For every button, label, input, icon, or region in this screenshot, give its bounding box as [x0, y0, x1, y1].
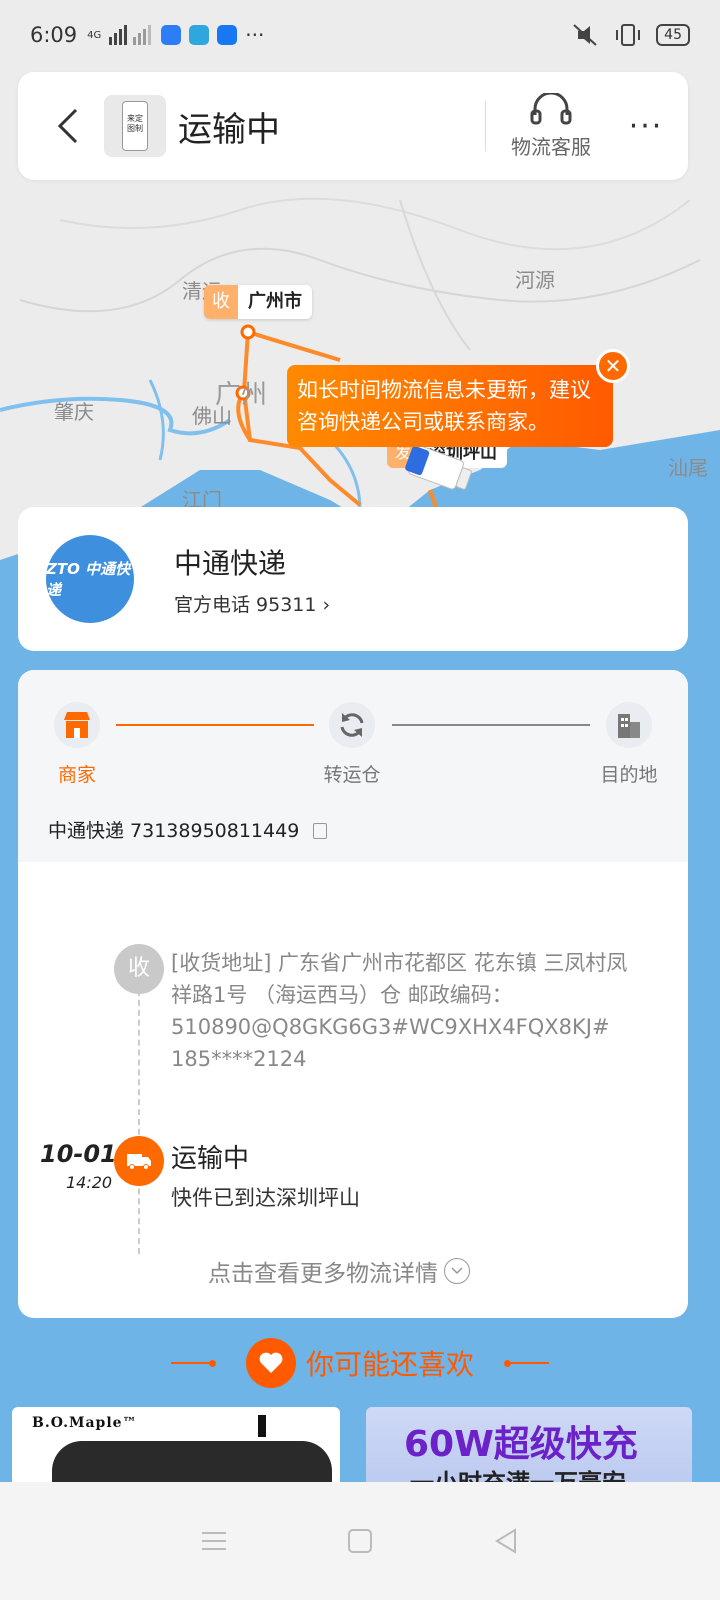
copy-icon[interactable]: [313, 823, 328, 839]
header-card: 来定 图制 运输中 物流客服 ···: [18, 72, 688, 180]
receiver-address: [收货地址] 广东省广州市花都区 花东镇 三凤村凤祥路1号 （海运西马）仓 邮政…: [171, 951, 628, 1071]
headset-icon: [530, 92, 572, 124]
receiver-badge: 收: [114, 944, 164, 994]
back-button[interactable]: [48, 106, 88, 146]
timeline-line: [138, 990, 140, 1254]
step-line-2: [392, 724, 590, 726]
step-transit: 转运仓: [307, 702, 397, 787]
building-icon: [606, 702, 652, 748]
event-status-title: 运输中: [171, 1144, 250, 1174]
network-type: 4G: [87, 29, 102, 41]
progress-section: 商家 转运仓 目的地 中通快递 73138950811449: [18, 670, 688, 862]
step-merchant-label: 商家: [57, 764, 96, 786]
mute-vibrate-icon: [573, 24, 597, 46]
product1-brand: B.O.Maple™: [32, 1415, 138, 1431]
heart-icon: [245, 1338, 296, 1388]
map-label-shanwei: 汕尾: [668, 456, 708, 480]
map-label-zhaoqing: 肇庆: [54, 400, 94, 424]
carrier-phone-link[interactable]: 官方电话 95311 ›: [174, 590, 330, 617]
step-line-1: [116, 724, 314, 726]
messenger-icon: [161, 25, 182, 45]
menu-icon[interactable]: [201, 1530, 227, 1552]
rec-dot-right: [504, 1359, 511, 1367]
telegram-icon: [189, 25, 210, 45]
step-transit-label: 转运仓: [323, 764, 381, 786]
product2-title: 60W超级快充: [404, 1424, 638, 1465]
recommend-header: 你可能还喜欢: [0, 1335, 720, 1391]
close-notice-button[interactable]: ✕: [596, 349, 630, 383]
thumb-text-left: 来定: [127, 114, 143, 123]
product1-tag: [258, 1415, 266, 1437]
rec-line-left: [170, 1362, 209, 1364]
facebook-icon: [217, 25, 238, 45]
more-details-label: 点击查看更多物流详情: [208, 1261, 438, 1287]
carrier-name: 中通快递: [174, 546, 287, 580]
back-arrow-icon: [57, 108, 78, 144]
chevron-down-icon: [444, 1258, 470, 1284]
status-bar: 6:09 4G ··· 45: [0, 0, 720, 70]
receiver-city: 广州市: [238, 285, 312, 319]
tracking-number-row: 中通快递 73138950811449: [48, 816, 328, 843]
truck-icon: [114, 1136, 164, 1186]
step-merchant: 商家: [32, 702, 122, 787]
carrier-card[interactable]: ZTO 中通快递 中通快递 官方电话 95311 ›: [18, 507, 688, 651]
receiver-tag: 收: [204, 285, 238, 319]
store-icon: [54, 702, 100, 748]
tracking-number: 中通快递 73138950811449: [48, 820, 300, 842]
tracking-card: 商家 转运仓 目的地 中通快递 73138950811449 收 [收货地址] …: [18, 670, 688, 1318]
thumb-phone-case: 来定 图制: [122, 101, 148, 151]
rec-line-right: [511, 1362, 549, 1364]
customer-service-button[interactable]: 物流客服: [486, 92, 616, 160]
carrier-logo: ZTO 中通快递: [46, 535, 134, 623]
refresh-icon: [329, 702, 375, 748]
system-nav-bar: [0, 1482, 720, 1600]
status-time: 6:09: [30, 23, 78, 47]
vibrate-icon: [616, 24, 641, 46]
map-label-heyuan: 河源: [515, 268, 555, 292]
page-title: 运输中: [178, 109, 280, 150]
more-details-link[interactable]: 点击查看更多物流详情: [208, 1254, 470, 1288]
receiver-pin[interactable]: 收 广州市: [204, 285, 312, 319]
more-menu-button[interactable]: ···: [616, 109, 676, 144]
event-time: 14:20: [66, 1173, 113, 1192]
event-date: 10-01: [40, 1140, 117, 1168]
step-destination-label: 目的地: [600, 764, 658, 786]
thumb-text-right: 图制: [127, 124, 143, 133]
back-nav-icon[interactable]: [493, 1528, 519, 1554]
truck-marker-icon: [405, 445, 472, 490]
event-status-desc: 快件已到达深圳坪山: [171, 1186, 360, 1210]
more-notifications: ···: [245, 23, 265, 47]
product-thumbnail[interactable]: 来定 图制: [104, 95, 166, 157]
signal-icon: [109, 25, 152, 45]
rec-dot-left: [208, 1359, 216, 1367]
notice-bubble: 如长时间物流信息未更新，建议咨询快递公司或联系商家。: [287, 365, 613, 447]
customer-service-label: 物流客服: [511, 134, 591, 159]
recommend-title: 你可能还喜欢: [305, 1348, 474, 1381]
step-destination: 目的地: [584, 702, 674, 787]
battery-indicator: 45: [656, 24, 690, 46]
map-label-guangzhou: 广州: [215, 380, 268, 410]
home-icon[interactable]: [347, 1528, 373, 1554]
